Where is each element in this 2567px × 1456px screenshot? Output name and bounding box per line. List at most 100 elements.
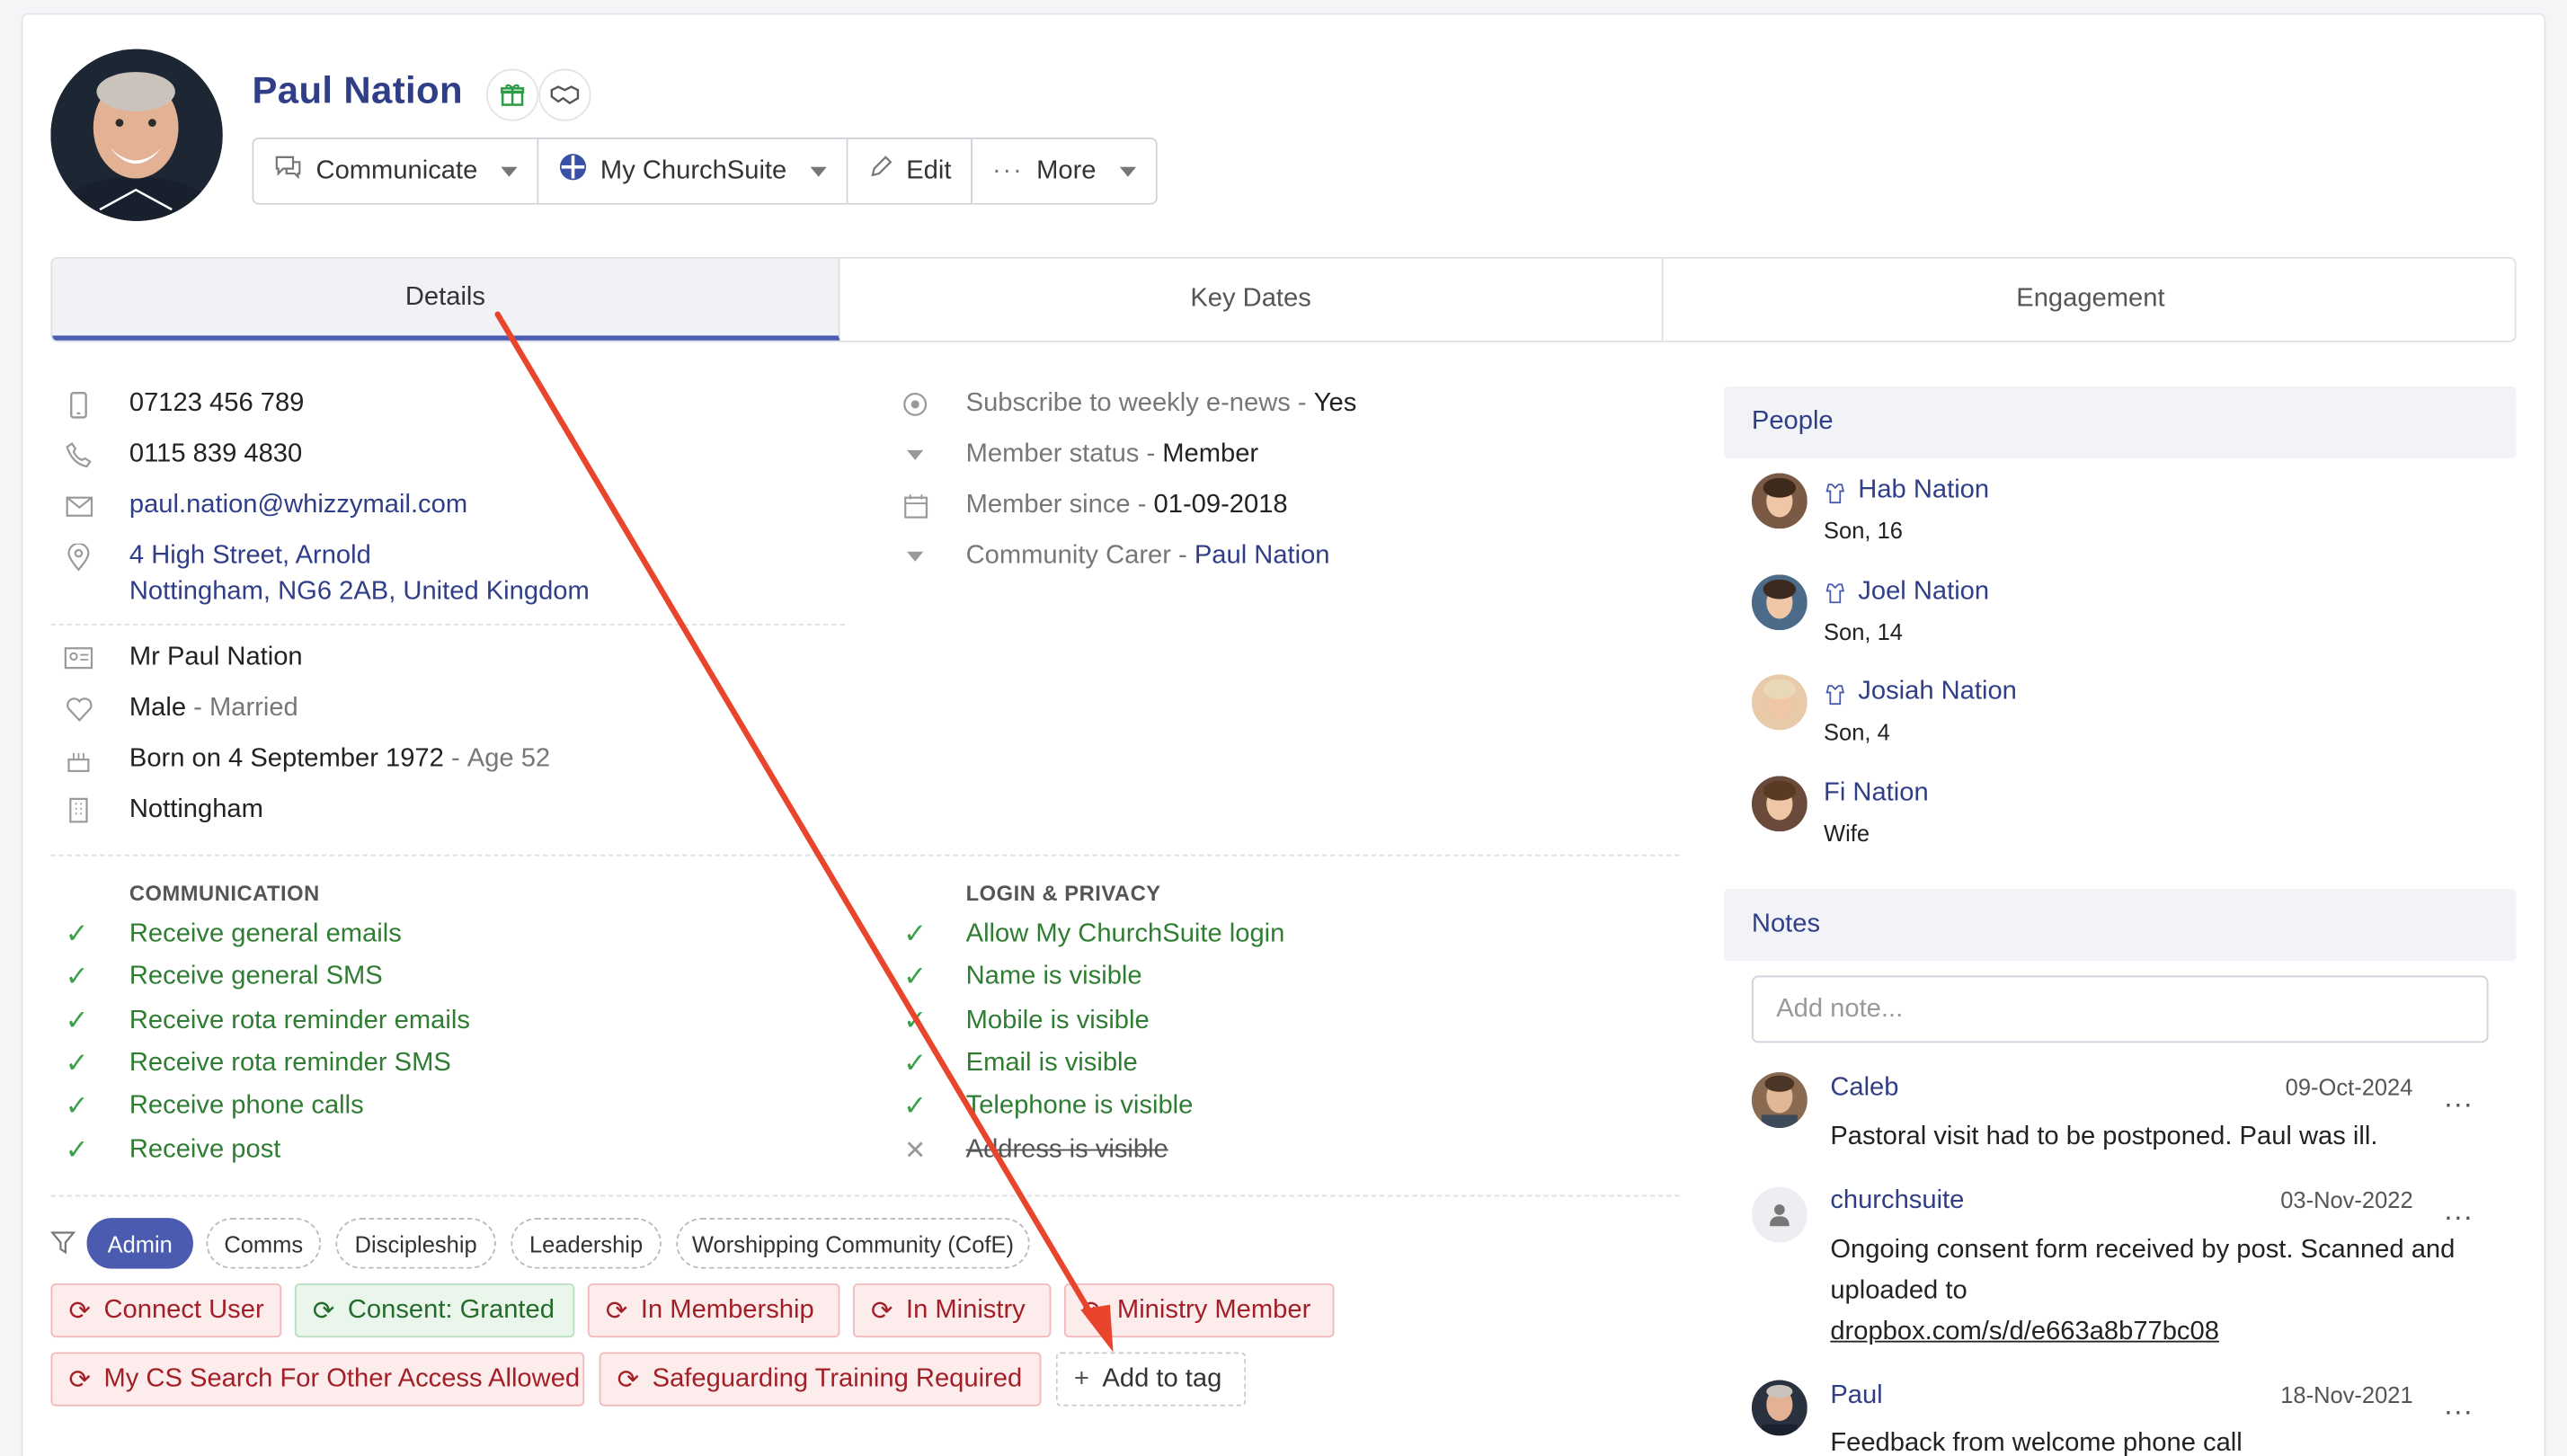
user-icon — [1751, 1186, 1808, 1243]
privacy-item: Name is visible — [965, 963, 1142, 991]
check-icon: ✓ — [903, 961, 928, 993]
notes-heading: Notes — [1723, 889, 2517, 962]
building-icon — [64, 795, 93, 825]
chat-icon — [273, 154, 303, 188]
cake-icon — [64, 745, 93, 775]
filter-comms[interactable]: Comms — [206, 1218, 321, 1269]
handshake-icon[interactable] — [538, 68, 591, 121]
note-more-button[interactable]: ... — [2444, 1194, 2474, 1228]
tab-engagement[interactable]: Engagement — [1663, 258, 2515, 341]
communication-item: Receive phone calls — [129, 1092, 364, 1121]
page-title: Paul Nation — [252, 68, 463, 111]
full-name: Mr Paul Nation — [129, 643, 303, 671]
community-carer-link[interactable]: Paul Nation — [1195, 538, 1330, 574]
privacy-item: Address is visible — [965, 1135, 1168, 1164]
avatar — [1751, 775, 1808, 831]
refresh-icon: ⟳ — [312, 1297, 335, 1326]
sex-marital: Male - Married — [129, 694, 298, 723]
pencil-icon — [866, 154, 893, 188]
check-icon: ✓ — [65, 1133, 89, 1165]
telephone-number[interactable]: 0115 839 4830 — [129, 437, 302, 473]
note-date: 09-Oct-2024 — [2285, 1073, 2413, 1100]
privacy-item: Allow My ChurchSuite login — [965, 919, 1285, 948]
person-relation: Son, 16 — [1824, 517, 1903, 544]
check-icon: ✓ — [903, 1047, 928, 1079]
tag-consent-granted[interactable]: ⟳ Consent: Granted — [294, 1283, 575, 1338]
gift-icon[interactable] — [485, 68, 539, 121]
filter-discipleship[interactable]: Discipleship — [335, 1218, 496, 1269]
address-line-1[interactable]: 4 High Street, Arnold — [129, 538, 371, 574]
avatar — [1751, 473, 1808, 529]
communication-item: Receive post — [129, 1135, 281, 1164]
filter-icon[interactable] — [48, 1228, 77, 1257]
address-line-2[interactable]: Nottingham, NG6 2AB, United Kingdom — [129, 574, 590, 610]
person-name[interactable]: Hab Nation — [1858, 473, 1989, 509]
avatar — [1751, 674, 1808, 731]
heart-icon — [64, 694, 93, 724]
avatar — [1751, 1072, 1808, 1128]
plus-icon: + — [1073, 1364, 1089, 1393]
communication-heading: COMMUNICATION — [129, 880, 320, 906]
mobile-icon — [64, 389, 93, 419]
privacy-item: Telephone is visible — [965, 1092, 1194, 1121]
chevron-down-icon — [809, 165, 826, 176]
tag-in-membership[interactable]: ⟳ In Membership — [587, 1283, 840, 1338]
check-icon: ✓ — [65, 1090, 89, 1123]
person-name[interactable]: Josiah Nation — [1858, 674, 2017, 710]
communication-item: Receive rota reminder emails — [129, 1006, 470, 1034]
person-name[interactable]: Joel Nation — [1858, 573, 1989, 609]
tag-my-cs-search[interactable]: ⟳ My CS Search For Other Access Allowed — [50, 1352, 585, 1407]
avatar — [1751, 573, 1808, 630]
child-icon — [1820, 679, 1850, 709]
person-name[interactable]: Fi Nation — [1824, 775, 1929, 811]
cross-icon: ✕ — [903, 1136, 927, 1165]
privacy-heading: LOGIN & PRIVACY — [965, 880, 1161, 906]
field-member-status: Member status - Member — [965, 439, 1259, 468]
divider — [50, 623, 845, 626]
map-pin-icon — [64, 542, 93, 572]
chevron-down-icon — [500, 165, 518, 176]
communication-item: Receive general emails — [129, 919, 402, 948]
action-toolbar: Communicate My ChurchSuite Edit ··· More — [252, 137, 1157, 205]
tab-details[interactable]: Details — [52, 258, 840, 341]
field-member-since: Member since - 01-09-2018 — [965, 491, 1288, 519]
divider — [50, 854, 1680, 857]
edit-button[interactable]: Edit — [848, 138, 973, 203]
filter-admin[interactable]: Admin — [86, 1218, 193, 1269]
filter-worshipping-community[interactable]: Worshipping Community (CofE) — [676, 1218, 1030, 1269]
tag-ministry-member[interactable]: ⟳ Ministry Member — [1063, 1283, 1335, 1338]
note-author[interactable]: Paul — [1830, 1381, 1882, 1411]
tab-key-dates[interactable]: Key Dates — [839, 258, 1664, 341]
tag-safeguarding[interactable]: ⟳ Safeguarding Training Required — [599, 1352, 1042, 1407]
tag-in-ministry[interactable]: ⟳ In Ministry — [852, 1283, 1052, 1338]
note-more-button[interactable]: ... — [2444, 1080, 2474, 1114]
note-more-button[interactable]: ... — [2444, 1389, 2474, 1423]
dropdown-icon — [901, 440, 930, 470]
profile-avatar — [50, 49, 223, 221]
id-card-icon — [64, 644, 93, 673]
note-author[interactable]: churchsuite — [1830, 1187, 1964, 1217]
tag-connect-user[interactable]: ⟳ Connect User — [50, 1283, 282, 1338]
more-button[interactable]: ··· More — [973, 139, 1155, 203]
note-text: Ongoing consent form received by post. S… — [1830, 1236, 2456, 1305]
add-note-input[interactable]: Add note... — [1751, 975, 2489, 1043]
profile-tabs: Details Key Dates Engagement — [50, 256, 2517, 342]
person-relation: Wife — [1824, 819, 1870, 846]
note-date: 03-Nov-2022 — [2280, 1186, 2413, 1213]
dropdown-icon — [901, 542, 930, 572]
communication-item: Receive rota reminder SMS — [129, 1049, 451, 1078]
mobile-number[interactable]: 07123 456 789 — [129, 386, 304, 422]
note-link[interactable]: dropbox.com/s/d/e663a8b77bc08 — [1830, 1311, 2485, 1353]
filter-leadership[interactable]: Leadership — [511, 1218, 662, 1269]
email-link[interactable]: paul.nation@whizzymail.com — [129, 488, 467, 524]
check-icon: ✓ — [903, 1004, 928, 1036]
refresh-icon: ⟳ — [68, 1365, 91, 1394]
check-icon: ✓ — [65, 961, 89, 993]
communicate-button[interactable]: Communicate — [253, 138, 538, 203]
refresh-icon: ⟳ — [1081, 1297, 1105, 1326]
calendar-icon — [901, 491, 930, 520]
note-author[interactable]: Caleb — [1830, 1074, 1898, 1104]
my-churchsuite-button[interactable]: My ChurchSuite — [538, 138, 848, 203]
add-to-tag-button[interactable]: + Add to tag — [1055, 1352, 1247, 1407]
churchsuite-logo-icon — [558, 152, 588, 190]
